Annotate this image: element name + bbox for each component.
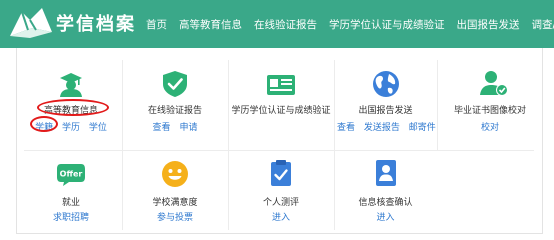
service-employment: Offer 就业 求职招聘 — [20, 150, 122, 234]
link-vote[interactable]: 参与投票 — [157, 213, 193, 223]
link-mail[interactable]: 邮寄件 — [409, 123, 436, 133]
service-info-verification: 信息核查确认 进入 — [334, 150, 437, 234]
nav-overseas-report[interactable]: 出国报告发送 — [457, 17, 520, 32]
service-title[interactable]: 信息核查确认 — [334, 195, 437, 208]
site-logo-text[interactable]: 学信档案 — [56, 10, 136, 36]
service-title[interactable]: 出国报告发送 — [334, 103, 437, 116]
service-links: 进入 — [228, 210, 334, 223]
link-enter[interactable]: 进入 — [272, 213, 290, 223]
service-title[interactable]: 学历学位认证与成绩验证 — [228, 103, 334, 116]
smiley-icon — [162, 161, 188, 187]
service-online-verification: 在线验证报告 查看 申请 — [122, 48, 228, 150]
service-title[interactable]: 在线验证报告 — [122, 103, 228, 116]
link-view[interactable]: 查看 — [337, 123, 355, 133]
link-send-report[interactable]: 发送报告 — [364, 123, 400, 133]
link-job-search[interactable]: 求职招聘 — [53, 213, 89, 223]
link-degree[interactable]: 学位 — [89, 123, 107, 133]
highlight-circle — [30, 116, 58, 132]
link-education-record[interactable]: 学历 — [62, 123, 80, 133]
service-certificate-proofread: 毕业证书图像校对 校对 — [437, 48, 543, 150]
nav-home[interactable]: 首页 — [146, 17, 167, 32]
link-apply[interactable]: 申请 — [179, 123, 197, 133]
offer-icon: Offer — [57, 164, 85, 186]
service-personal-assessment: 个人测评 进入 — [228, 150, 334, 234]
service-links: 校对 — [437, 120, 543, 133]
user-check-icon — [480, 71, 508, 96]
service-links: 求职招聘 — [20, 210, 122, 223]
main-nav: 首页 高等教育信息 在线验证报告 学历学位认证与成绩验证 出国报告发送 调查/投… — [146, 0, 554, 48]
link-proofread[interactable]: 校对 — [481, 123, 499, 133]
service-links: 进入 — [334, 210, 437, 223]
service-links: 查看 发送报告 邮寄件 — [334, 120, 437, 133]
service-links: 查看 申请 — [122, 120, 228, 133]
graduate-icon — [60, 73, 82, 97]
book-logo-icon — [10, 8, 52, 38]
top-header: 学信档案 首页 高等教育信息 在线验证报告 学历学位认证与成绩验证 出国报告发送… — [0, 0, 554, 48]
nav-online-verification[interactable]: 在线验证报告 — [254, 17, 317, 32]
clipboard-check-icon — [271, 160, 291, 186]
link-view[interactable]: 查看 — [153, 123, 171, 133]
nav-higher-education[interactable]: 高等教育信息 — [179, 17, 242, 32]
nav-survey-vote[interactable]: 调查/投票 — [532, 17, 554, 32]
globe-icon — [373, 71, 399, 97]
service-title[interactable]: 学校满意度 — [122, 195, 228, 208]
link-enter[interactable]: 进入 — [376, 213, 394, 223]
nav-degree-certification[interactable]: 学历学位认证与成绩验证 — [329, 17, 445, 32]
service-title[interactable]: 毕业证书图像校对 — [437, 103, 543, 116]
service-school-satisfaction: 学校满意度 参与投票 — [122, 150, 228, 234]
offer-label: Offer — [60, 170, 83, 179]
person-doc-icon — [376, 160, 396, 186]
service-title[interactable]: 个人测评 — [228, 195, 334, 208]
id-card-icon — [267, 75, 295, 95]
service-overseas-report: 出国报告发送 查看 发送报告 邮寄件 — [334, 48, 437, 150]
highlight-circle — [37, 99, 109, 116]
service-links: 参与投票 — [122, 210, 228, 223]
service-degree-certification: 学历学位认证与成绩验证 — [228, 48, 334, 150]
shield-check-icon — [163, 71, 187, 97]
service-title[interactable]: 就业 — [20, 195, 122, 208]
